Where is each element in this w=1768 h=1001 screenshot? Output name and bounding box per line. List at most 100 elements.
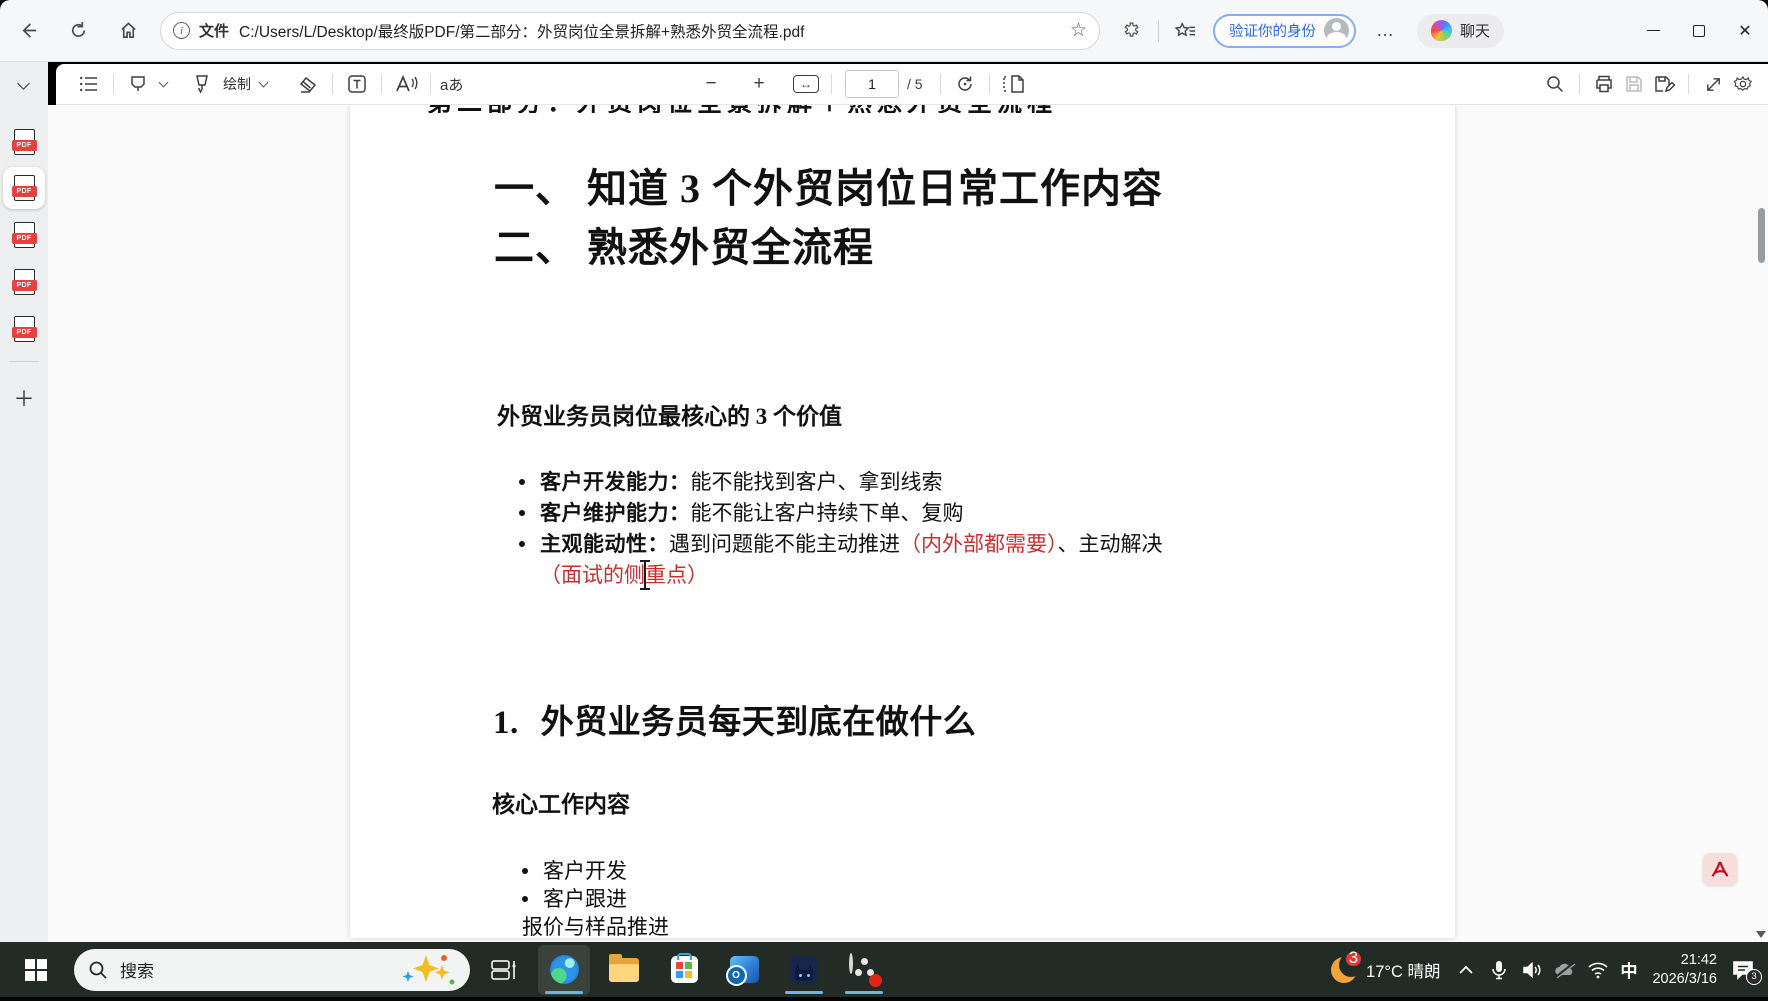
system-tray: 3 17°C 晴朗 中 21:42 2026/3/16 [1331, 942, 1758, 997]
scroll-down-arrow[interactable] [1756, 931, 1766, 938]
bullet-item: 客户跟进 [522, 885, 669, 913]
notification-center-button[interactable]: 3 [1728, 955, 1758, 985]
values-title: 外贸业务员岗位最核心的 3 个价值 [497, 397, 842, 431]
verify-identity-button[interactable]: 验证你的身份 [1213, 14, 1356, 48]
pdf-tab-2-active[interactable] [3, 167, 45, 209]
draw-button[interactable] [187, 69, 217, 99]
home-icon [119, 21, 138, 40]
collapse-tabs-button[interactable] [8, 72, 38, 98]
bullet-item: 主观能动性：遇到问题能不能主动推进（内外部都需要）、主动解决 [519, 529, 1163, 560]
taskbar-app-button[interactable] [778, 945, 830, 995]
section1-number: 1. [493, 705, 519, 741]
divider [113, 74, 114, 94]
add-text-button[interactable] [342, 69, 372, 99]
taskbar-search-box[interactable]: 搜索 [74, 949, 470, 991]
copilot-icon [1431, 20, 1452, 41]
save-as-button[interactable] [1649, 69, 1679, 99]
favorites-glyph [1174, 21, 1196, 41]
maximize-button[interactable] [1676, 11, 1722, 51]
volume-tray-icon[interactable] [1519, 957, 1545, 983]
scrollbar-thumb[interactable] [1758, 208, 1765, 263]
network-tray-icon[interactable] [1585, 957, 1611, 983]
draw-label[interactable]: 绘制 [223, 74, 251, 94]
settings-more-button[interactable]: … [1368, 20, 1403, 41]
core-bullet-list: 客户开发 客户跟进 报价与样品推进 [522, 857, 669, 938]
pdf-tab-3[interactable] [3, 214, 45, 256]
taskbar-edge-button[interactable] [538, 945, 590, 995]
clock-widget[interactable]: 21:42 2026/3/16 [1652, 951, 1717, 989]
back-button[interactable] [10, 13, 46, 49]
refresh-button[interactable] [60, 13, 96, 49]
print-button[interactable] [1589, 69, 1619, 99]
start-button[interactable] [10, 944, 62, 996]
favorite-star-icon[interactable]: ☆ [1070, 19, 1087, 42]
core-title: 核心工作内容 [492, 785, 630, 819]
favorites-bar-icon[interactable] [1169, 15, 1201, 47]
draw-options-chevron[interactable] [259, 78, 269, 88]
heading-line-2: 二、 熟悉外贸全流程 [494, 218, 1163, 277]
taskbar-file-explorer-button[interactable] [598, 945, 650, 995]
fit-to-width-button[interactable]: ↔ [790, 69, 822, 99]
microphone-tray-icon[interactable] [1486, 957, 1512, 983]
taskbar-store-button[interactable] [658, 945, 710, 995]
onedrive-paused-tray-icon[interactable] [1552, 957, 1578, 983]
page-view-button[interactable] [999, 69, 1029, 99]
divider [989, 74, 990, 94]
notification-badge: 3 [1746, 969, 1762, 985]
open-in-acrobat-button[interactable] [1703, 853, 1737, 885]
ime-indicator[interactable]: 中 [1618, 957, 1639, 982]
fit-width-icon: ↔ [793, 75, 819, 93]
zoom-in-button[interactable]: + [744, 69, 774, 99]
close-button[interactable]: ✕ [1722, 11, 1768, 51]
copilot-chat-button[interactable]: 聊天 [1417, 14, 1504, 48]
pdf-tab-5[interactable] [3, 308, 45, 350]
divider [381, 74, 382, 94]
bullet-item: 客户开发 [522, 857, 669, 885]
page-number-input[interactable]: 1 [845, 70, 899, 98]
table-of-contents-button[interactable] [74, 69, 104, 99]
zoom-out-button[interactable]: − [696, 69, 726, 99]
tray-overflow-chevron[interactable] [1453, 957, 1479, 983]
home-button[interactable] [110, 13, 146, 49]
toc-icon [79, 75, 99, 93]
pdf-file-icon [14, 316, 35, 342]
highlight-options-chevron[interactable] [159, 78, 169, 88]
pdf-file-icon [14, 175, 35, 201]
pdf-settings-button[interactable] [1728, 69, 1758, 99]
bullet-text-red: （内外部都需要） [900, 532, 1058, 556]
bullet-text: 客户开发 [543, 859, 627, 883]
maximize-icon [1693, 25, 1705, 37]
minimize-button[interactable] [1630, 11, 1676, 51]
browser-essentials-icon[interactable] [1116, 15, 1148, 47]
rotate-button[interactable] [950, 69, 980, 99]
pdf-tab-1[interactable] [3, 121, 45, 163]
windows-logo-icon [25, 959, 47, 981]
taskbar-obs-button[interactable] [838, 945, 890, 995]
rotate-icon [955, 74, 975, 94]
back-icon [19, 21, 38, 40]
taskbar-outlook-button[interactable] [718, 945, 770, 995]
task-view-button[interactable] [478, 945, 530, 995]
pdf-tab-4[interactable] [3, 261, 45, 303]
weather-widget[interactable]: 3 17°C 晴朗 [1331, 957, 1440, 983]
speaker-icon [1521, 961, 1543, 979]
section1-heading: 1.外贸业务员每天到底在做什么 [493, 695, 976, 743]
bullet-text: 报价与样品推进 [522, 915, 669, 938]
address-bar[interactable]: i 文件 C:/Users/L/Desktop/最终版PDF/第二部分：外贸岗位… [160, 12, 1100, 50]
new-tab-button[interactable]: ＋ [8, 382, 40, 414]
translate-button[interactable]: aあ [440, 74, 463, 95]
sparkle-glyphs [400, 953, 456, 987]
save-button-disabled [1619, 69, 1649, 99]
pdf-viewer: 第二部分：外贸岗位全景拆解＋熟悉外贸全流程 一、 知道 3 个外贸岗位日常工作内… [48, 105, 1768, 942]
divider [9, 361, 39, 362]
bullet-label: 客户开发能力： [540, 471, 691, 494]
highlight-button[interactable] [123, 69, 153, 99]
edge-icon [550, 955, 579, 984]
document-heading: 一、 知道 3 个外贸岗位日常工作内容 二、 熟悉外贸全流程 [494, 159, 1163, 277]
address-url[interactable]: C:/Users/L/Desktop/最终版PDF/第二部分：外贸岗位全景拆解+… [239, 20, 1062, 42]
read-aloud-button[interactable] [391, 69, 421, 99]
page-info-icon[interactable]: i [173, 22, 190, 39]
erase-button[interactable] [293, 69, 323, 99]
fullscreen-button[interactable] [1698, 69, 1728, 99]
search-document-button[interactable] [1540, 69, 1570, 99]
